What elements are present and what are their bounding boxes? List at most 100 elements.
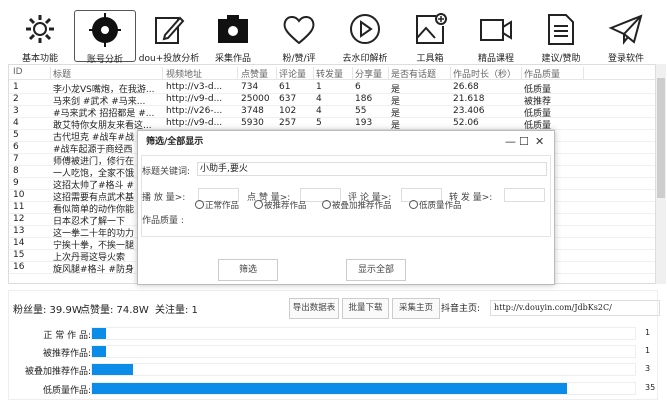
maximize-icon[interactable]: ☐ [519, 135, 529, 148]
quality-bar-track [91, 363, 636, 376]
gear-icon [26, 15, 54, 43]
column-header[interactable]: 作品时长（秒） [453, 67, 522, 80]
table-cell: 52.06 [453, 118, 479, 128]
table-cell: http://v9-d... [166, 94, 223, 104]
target-icon [89, 13, 121, 47]
table-cell: 2 [13, 94, 19, 104]
table-cell: 102 [279, 106, 297, 116]
radio-boosted[interactable]: 被叠加推荐作品 [322, 199, 392, 211]
column-header[interactable]: 视频地址 [166, 67, 238, 80]
table-row[interactable]: 2 马来剑 #武术 #马来... http://v9-d... 25000 637 4 18… [9, 94, 655, 107]
table-cell: 25000 [241, 94, 270, 104]
filter-dialog: 筛选/全部显示 — ☐ ✕ 标题关键词: 小助手,要火 播 放 量>: 点 赞 … [137, 130, 555, 285]
quality-bar-label: 被推荐作品: [42, 349, 91, 359]
filter-form: 标题关键词: 小助手,要火 播 放 量>: 点 赞 量>: 评 论 量>: 转 … [141, 155, 551, 237]
quality-bar-row: 正 常 作 品: 1 [0, 327, 667, 341]
table-cell: 3 [13, 106, 19, 116]
follows-count: 关注量: 1 [155, 305, 198, 316]
toolbar-item-7[interactable]: 精品课程 [465, 10, 527, 64]
likes-count: 点赞量: 74.8W [80, 305, 149, 316]
fans-count: 粉丝量: 39.9W [13, 305, 82, 316]
homepage-label: 抖音主页: [441, 304, 481, 314]
table-cell: http://v3-d... [166, 82, 223, 92]
toolbar-item-label: 采集作品 [214, 54, 251, 64]
column-header[interactable]: 转发量 [316, 67, 353, 80]
image-add-icon [416, 13, 447, 44]
radio-low-quality[interactable]: 低质量作品 [409, 199, 462, 211]
quality-bar-label: 正 常 作 品: [43, 331, 91, 341]
table-cell: 23.406 [453, 106, 485, 116]
radio-label: 被叠加推荐作品 [332, 201, 392, 211]
table-cell: 13 [13, 226, 25, 236]
radio-label: 低质量作品 [419, 201, 462, 211]
quality-bar-track [91, 382, 636, 395]
share-count-input[interactable] [504, 188, 545, 202]
quality-bar-value: 1 [645, 328, 651, 337]
toolbar-item-0[interactable]: 基本功能 [9, 10, 71, 64]
table-cell: 14 [13, 238, 25, 248]
quality-bar-fill [92, 364, 133, 375]
column-header[interactable]: 作品质量 [524, 67, 584, 80]
toolbar-item-9[interactable]: 登录软件 [595, 10, 657, 64]
radio-recommended[interactable]: 被推荐作品 [254, 199, 307, 211]
toolbar-item-label: dou+投放分析 [138, 54, 200, 64]
toolbar-item-5[interactable]: 去水印解析 [334, 10, 396, 64]
minimize-icon[interactable]: — [505, 135, 516, 148]
table-row[interactable]: 1 李小龙VS嘴炮，在我游... http://v3-d... 734 61 1 6 是 26.… [9, 82, 655, 95]
table-row[interactable]: 3 #马来武术 招招都是 #... http://v26-... 3748 102 4 55… [9, 106, 655, 119]
toolbar: 基本功能 账号分析 dou+投放分析 采集作品 粉/赞/评 去水印解析 工具箱 精品课程 建议/… [0, 0, 667, 65]
heart-icon [283, 16, 315, 45]
radio-label: 被推荐作品 [264, 201, 307, 211]
quality-bar-value: 35 [645, 383, 656, 392]
toolbar-item-4[interactable]: 粉/赞/评 [268, 10, 330, 64]
table-row[interactable]: 4 敢艾特你女朋友来看这... http://v9-d... 5930 257 5 193 是… [9, 118, 655, 131]
close-icon[interactable]: ✕ [535, 135, 544, 148]
column-header[interactable]: 标题 [53, 67, 163, 80]
quality-label: 作品质量 : [142, 216, 184, 226]
table-cell: 9 [13, 178, 19, 188]
scrollbar-thumb[interactable] [657, 78, 665, 198]
toolbar-item-8[interactable]: 建议/赞助 [530, 10, 592, 64]
toolbar-item-2[interactable]: dou+投放分析 [138, 10, 200, 64]
column-header[interactable]: 评论量 [279, 67, 314, 80]
table-cell: 55 [355, 106, 367, 116]
table-cell: 6 [13, 142, 19, 152]
table-cell: 26.68 [453, 82, 479, 92]
filter-button[interactable]: 筛选 [218, 259, 278, 281]
table-cell: http://v9-d... [166, 118, 223, 128]
toolbar-item-1[interactable]: 账号分析 [74, 10, 136, 65]
toolbar-item-label: 粉/赞/评 [282, 54, 316, 64]
table-cell: 10 [13, 190, 25, 200]
toolbar-item-label: 建议/赞助 [541, 54, 581, 64]
quality-bar-track [91, 327, 636, 340]
toolbar-item-3[interactable]: 采集作品 [202, 10, 264, 64]
collect-home-button[interactable]: 采集主页 [392, 298, 440, 319]
table-cell: 7 [13, 154, 19, 164]
column-header[interactable]: 点赞量 [241, 67, 277, 80]
table-cell: 6 [355, 82, 361, 92]
column-header[interactable]: ID [13, 67, 51, 80]
column-header[interactable]: 分享量 [355, 67, 389, 80]
batch-download-button[interactable]: 批量下载 [342, 298, 389, 319]
column-header[interactable]: 是否有话题 [391, 67, 451, 80]
quality-bar-track [91, 345, 636, 358]
play-count-label: 播 放 量>: [142, 193, 186, 203]
show-all-button[interactable]: 显示全部 [346, 259, 406, 281]
quality-bar-label: 被叠加推荐作品: [24, 367, 91, 377]
table-cell: 5 [13, 130, 19, 140]
table-cell: 1 [316, 82, 322, 92]
keyword-input[interactable]: 小助手,要火 [197, 162, 547, 176]
table-cell: 5 [316, 118, 322, 128]
table-scrollbar[interactable] [656, 64, 666, 284]
radio-normal[interactable]: 正常作品 [195, 199, 239, 211]
quality-bar-value: 3 [645, 364, 651, 373]
keyword-label: 标题关键词: [142, 167, 191, 177]
toolbar-item-label: 精品课程 [477, 54, 514, 64]
homepage-url-input[interactable]: http://v.douyin.com/JdbKs2C/ [490, 300, 660, 316]
export-button[interactable]: 导出数据表 [289, 298, 339, 319]
table-cell: 193 [355, 118, 373, 128]
table-cell: 734 [241, 82, 259, 92]
camera-icon [218, 15, 248, 43]
toolbar-item-6[interactable]: 工具箱 [399, 10, 461, 64]
table-cell: 15 [13, 250, 25, 260]
